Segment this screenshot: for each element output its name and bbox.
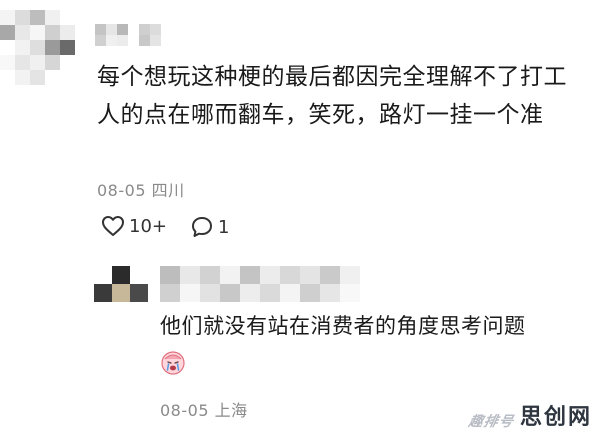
- crying-face-sticker: [161, 351, 185, 375]
- comment-text: 每个想玩这种梗的最后都因完全理解不了打工人的点在哪而翻车，笑死，路灯一挂一个准: [97, 64, 567, 128]
- reply-location: 上海: [214, 401, 248, 420]
- reply-avatar[interactable]: [94, 266, 148, 302]
- watermark-small-text: 趣排号: [467, 414, 516, 430]
- reply-text: 他们就没有站在消费者的角度思考问题: [160, 314, 526, 338]
- comment-date: 08-05: [97, 181, 146, 200]
- reply-meta: 08-05 上海: [160, 397, 248, 421]
- heart-outline-icon: [102, 216, 124, 236]
- comment-avatar[interactable]: [0, 10, 75, 85]
- watermark-site-name: 思创网: [519, 405, 592, 430]
- speech-bubble-icon: [192, 217, 212, 237]
- comment-meta: 08-05 四川: [97, 177, 185, 201]
- watermark: 趣排号 思创网: [467, 399, 592, 431]
- like-button[interactable]: 10+: [101, 215, 167, 237]
- like-count: 10+: [129, 215, 167, 237]
- comment-location: 四川: [151, 181, 185, 200]
- reply-date: 08-05: [160, 401, 209, 420]
- comment-username[interactable]: [95, 24, 161, 46]
- reply-count: 1: [218, 216, 230, 238]
- reply-username[interactable]: [160, 266, 360, 302]
- reply-button[interactable]: 1: [190, 215, 229, 239]
